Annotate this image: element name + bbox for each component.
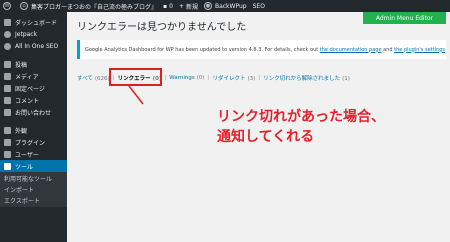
page-icon — [4, 84, 11, 92]
sidebar-item-tools[interactable]: ツール — [0, 160, 67, 172]
submenu-item-available-tools[interactable]: 利用可能なツール — [0, 174, 67, 185]
annotation-line-2: 通知してくれる — [217, 129, 315, 145]
seo-icon — [4, 42, 11, 50]
sidebar-item-appearance[interactable]: 外観 — [0, 124, 67, 136]
user-icon — [4, 150, 11, 158]
sidebar-item-posts[interactable]: 投稿 — [0, 58, 67, 70]
pin-icon — [4, 60, 11, 68]
sidebar-item-users[interactable]: ユーザー — [0, 148, 67, 160]
dashboard-icon — [4, 18, 11, 26]
mail-icon — [4, 108, 11, 116]
sidebar-item-comments[interactable]: コメント — [0, 94, 67, 106]
sidebar-item-contact[interactable]: お問い合わせ — [0, 106, 67, 118]
backwpup-link[interactable]: ● BackWPup — [203, 2, 247, 10]
site-name-link[interactable]: ⌂ 集客ブロガーまつおの『自己流の極みブログ』 — [20, 2, 157, 11]
main-content: リンクエラーは見つかりませんでした Admin Menu Editor Goog… — [67, 12, 450, 242]
sidebar-item-media[interactable]: メディア — [0, 70, 67, 82]
comment-icon — [4, 96, 11, 104]
annotation-text: リンク切れがあった場合、 通知してくれる — [217, 107, 385, 147]
plus-icon: + — [178, 2, 184, 10]
wrench-icon — [4, 162, 11, 170]
backwpup-icon: ● — [203, 2, 212, 10]
new-content-link[interactable]: + 新規 — [179, 2, 198, 11]
sidebar-item-plugins[interactable]: プラグイン — [0, 136, 67, 148]
admin-sidebar: ダッシュボード Jetpack All In One SEO 投稿 メディア 固… — [0, 12, 67, 242]
sidebar-item-dashboard[interactable]: ダッシュボード — [0, 16, 67, 28]
plugin-icon — [4, 138, 11, 146]
annotation-line-1: リンク切れがあった場合、 — [217, 109, 385, 125]
sidebar-item-seo[interactable]: All In One SEO — [0, 40, 67, 52]
jetpack-icon — [4, 30, 11, 38]
submenu-item-import[interactable]: インポート — [0, 185, 67, 196]
sidebar-item-jetpack[interactable]: Jetpack — [0, 28, 67, 40]
submenu-item-export[interactable]: エクスポート — [0, 196, 67, 207]
wp-admin-screen: W ⌂ 集客ブロガーまつおの『自己流の極みブログ』 ▪ 0 + 新規 ● Bac… — [0, 0, 450, 242]
comments-link[interactable]: ▪ 0 — [163, 3, 173, 10]
wordpress-logo-icon[interactable]: W — [3, 2, 14, 10]
brush-icon — [4, 126, 11, 134]
sidebar-item-pages[interactable]: 固定ページ — [0, 82, 67, 94]
admin-bar: W ⌂ 集客ブロガーまつおの『自己流の極みブログ』 ▪ 0 + 新規 ● Bac… — [0, 0, 450, 12]
home-icon: ⌂ — [20, 2, 28, 10]
tools-submenu: 利用可能なツール インポート エクスポート — [0, 172, 67, 207]
seo-link[interactable]: SEO — [253, 3, 265, 10]
media-icon — [4, 72, 11, 80]
comment-icon: ▪ — [163, 2, 168, 10]
